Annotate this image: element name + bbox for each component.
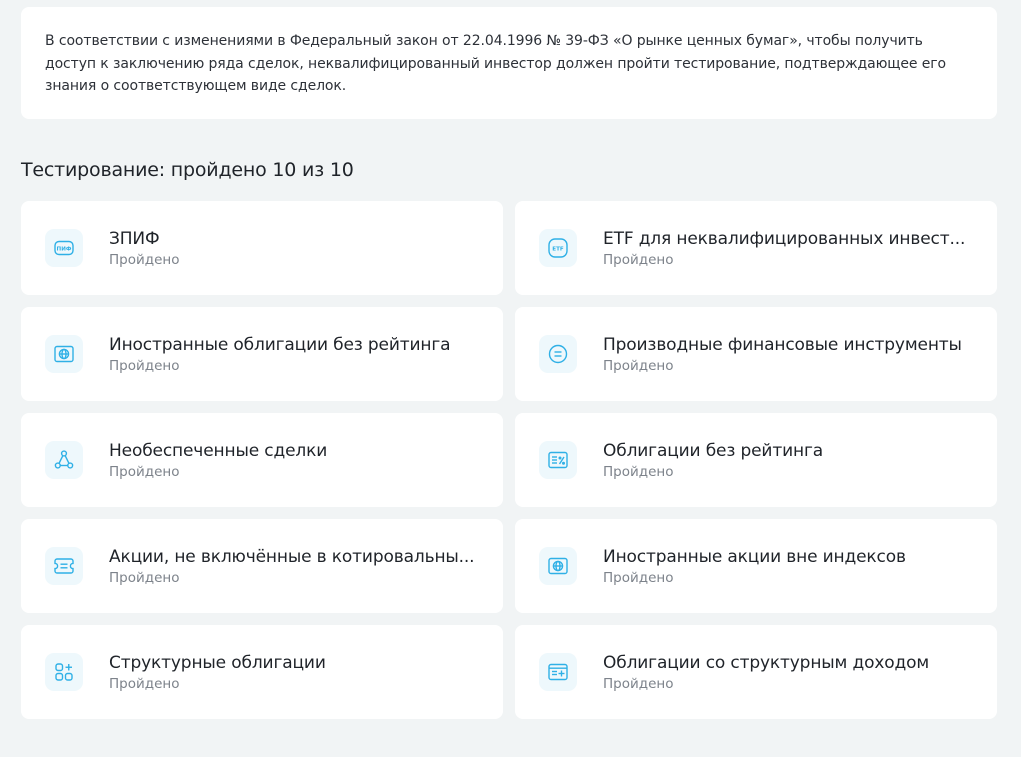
test-card-foreign-bonds-no-rating[interactable]: Иностранные облигации без рейтинга Пройд… xyxy=(21,307,503,401)
test-title: Акции, не включённые в котировальны... xyxy=(109,546,475,567)
tests-grid: ПИФ ЗПИФ Пройдено ETF ETF для неквалифиц… xyxy=(21,201,997,719)
test-title: Необеспеченные сделки xyxy=(109,440,328,461)
test-status: Пройдено xyxy=(109,357,180,374)
nodes-icon xyxy=(45,441,83,479)
test-title: ETF для неквалифицированных инвест... xyxy=(603,228,966,249)
test-title: Производные финансовые инструменты xyxy=(603,334,962,355)
ticket-icon xyxy=(45,547,83,585)
test-title: Облигации без рейтинга xyxy=(603,440,823,461)
test-card-unlisted-stocks[interactable]: Акции, не включённые в котировальны... П… xyxy=(21,519,503,613)
globe-icon xyxy=(45,335,83,373)
test-title: Иностранные акции вне индексов xyxy=(603,546,906,567)
test-card-zpif[interactable]: ПИФ ЗПИФ Пройдено xyxy=(21,201,503,295)
blocks-plus-icon xyxy=(45,653,83,691)
test-card-bonds-no-rating[interactable]: Облигации без рейтинга Пройдено xyxy=(515,413,997,507)
test-title: ЗПИФ xyxy=(109,228,160,249)
etf-icon: ETF xyxy=(539,229,577,267)
test-status: Пройдено xyxy=(603,569,674,586)
test-status: Пройдено xyxy=(603,463,674,480)
info-text: В соответствии с изменениями в Федеральн… xyxy=(45,33,946,94)
test-status: Пройдено xyxy=(603,251,674,268)
test-card-etf[interactable]: ETF ETF для неквалифицированных инвест..… xyxy=(515,201,997,295)
info-card: В соответствии с изменениями в Федеральн… xyxy=(21,7,997,119)
globe-icon xyxy=(539,547,577,585)
test-card-unsecured-deals[interactable]: Необеспеченные сделки Пройдено xyxy=(21,413,503,507)
test-card-foreign-stocks-off-index[interactable]: Иностранные акции вне индексов Пройдено xyxy=(515,519,997,613)
test-status: Пройдено xyxy=(109,251,180,268)
section-title: Тестирование: пройдено 10 из 10 xyxy=(21,159,354,181)
test-title: Облигации со структурным доходом xyxy=(603,652,930,673)
svg-text:ПИФ: ПИФ xyxy=(57,247,72,253)
document-plus-icon xyxy=(539,653,577,691)
document-percent-icon xyxy=(539,441,577,479)
test-card-bonds-structured-income[interactable]: Облигации со структурным доходом Пройден… xyxy=(515,625,997,719)
test-title: Иностранные облигации без рейтинга xyxy=(109,334,451,355)
test-status: Пройдено xyxy=(109,569,180,586)
svg-text:ETF: ETF xyxy=(552,247,564,253)
test-card-structured-bonds[interactable]: Структурные облигации Пройдено xyxy=(21,625,503,719)
test-status: Пройдено xyxy=(109,675,180,692)
test-title: Структурные облигации xyxy=(109,652,326,673)
test-status: Пройдено xyxy=(109,463,180,480)
test-card-derivatives[interactable]: Производные финансовые инструменты Пройд… xyxy=(515,307,997,401)
test-status: Пройдено xyxy=(603,675,674,692)
coin-icon xyxy=(539,335,577,373)
pif-icon: ПИФ xyxy=(45,229,83,267)
test-status: Пройдено xyxy=(603,357,674,374)
